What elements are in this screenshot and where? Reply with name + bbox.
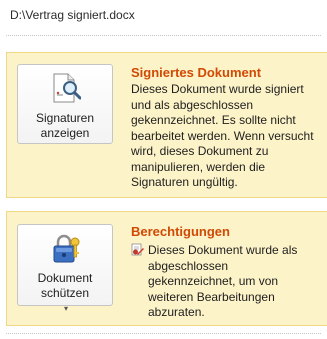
- file-path: D:\Vertrag signiert.docx: [10, 8, 135, 22]
- lock-key-icon: [53, 234, 80, 263]
- document-info-panel: D:\Vertrag signiert.docx Signaturen anze…: [0, 0, 327, 339]
- view-signatures-label: Signaturen anzeigen: [35, 111, 95, 140]
- section-description-permissions: Dieses Dokument wurde als abgeschlossen …: [148, 243, 298, 319]
- permissions-section: Dokument schützen ▾ Berechtigungen Dieses…: [6, 211, 327, 326]
- protect-document-label: Dokument schützen ▾: [18, 271, 112, 316]
- signed-document-section: Signaturen anzeigen Signiertes Dokument …: [6, 52, 327, 198]
- protect-document-button[interactable]: Dokument schützen ▾: [17, 224, 113, 313]
- section-title-permissions: Berechtigungen: [131, 224, 230, 239]
- view-signatures-button[interactable]: Signaturen anzeigen: [17, 64, 113, 144]
- chevron-down-icon: ▾: [63, 304, 68, 313]
- edit-restricted-icon: [131, 243, 144, 256]
- section-description-signed: Dieses Dokument wurde signiert und als a…: [131, 82, 314, 189]
- divider: [6, 333, 321, 334]
- signature-document-magnifier-icon: [53, 73, 81, 103]
- section-title-signed: Signiertes Dokument: [131, 65, 262, 80]
- divider: [6, 35, 321, 36]
